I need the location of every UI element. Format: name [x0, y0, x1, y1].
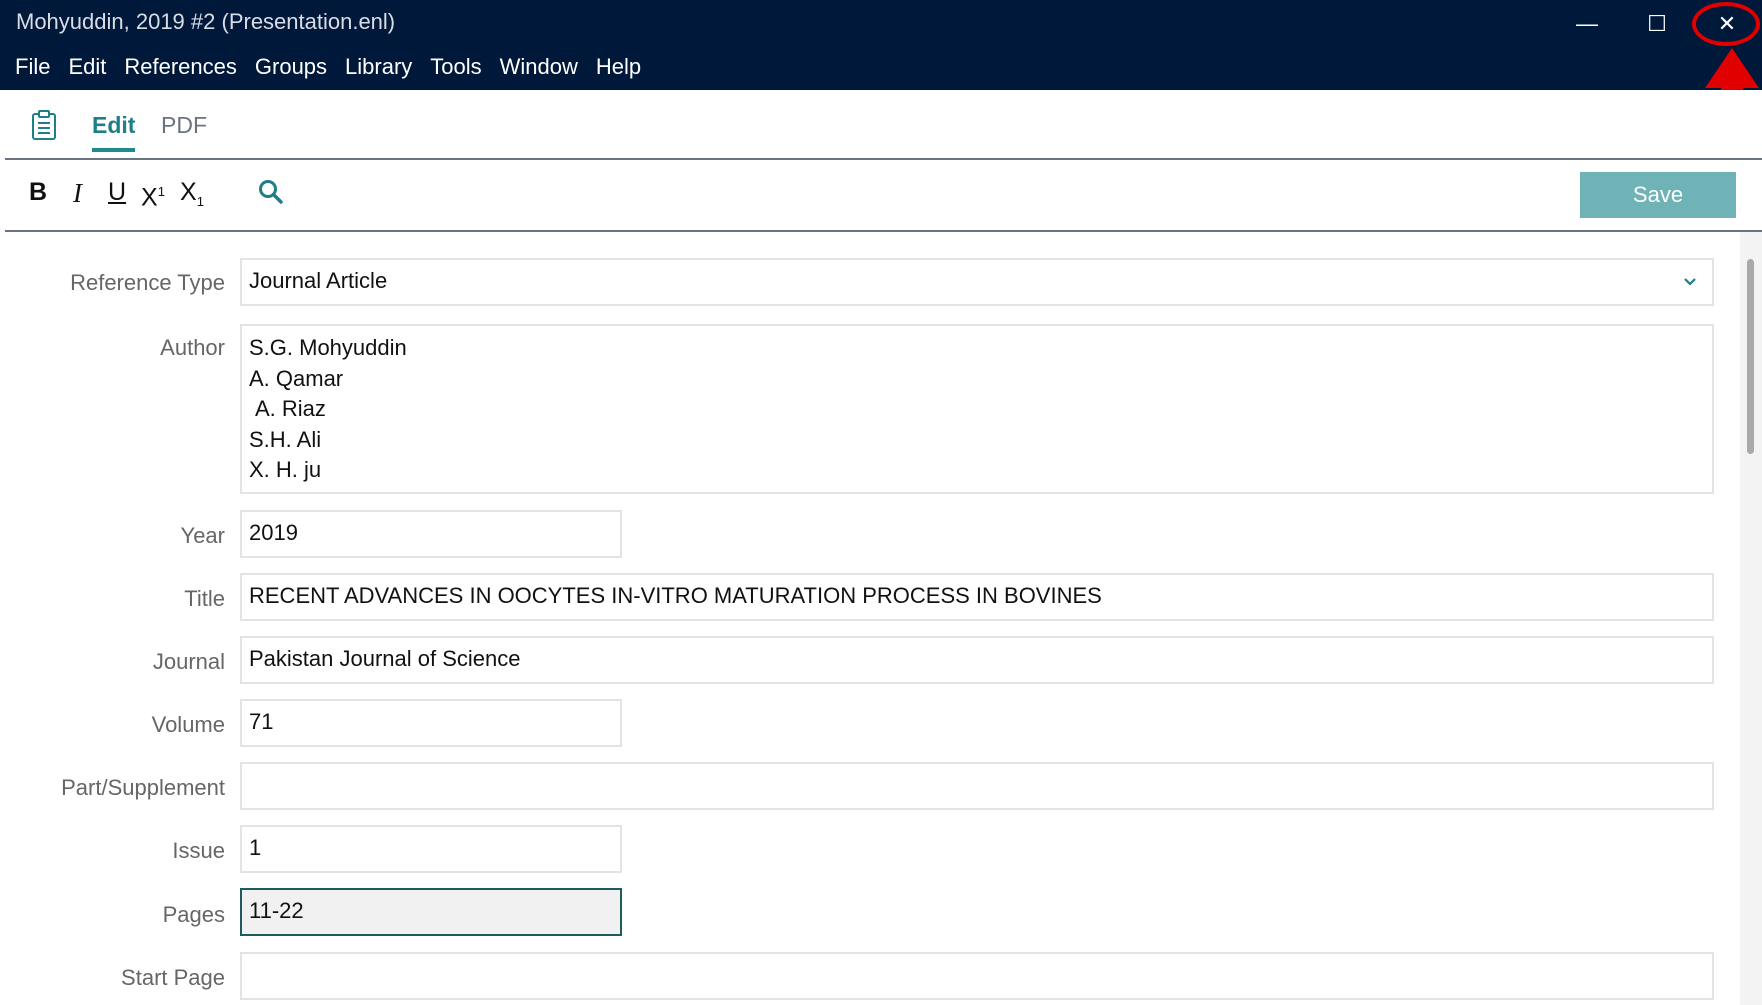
pages-field[interactable]: 11-22: [240, 888, 622, 936]
author-line: A. Qamar: [249, 365, 344, 391]
maximize-button[interactable]: ☐: [1627, 4, 1687, 44]
menu-window[interactable]: Window: [491, 52, 587, 82]
search-icon[interactable]: [257, 178, 285, 206]
italic-button[interactable]: I: [73, 178, 82, 209]
superscript-base: X: [141, 183, 158, 212]
subscript-base: X: [180, 178, 197, 206]
author-label: Author: [160, 335, 225, 360]
vertical-scrollbar[interactable]: [1740, 232, 1762, 1005]
minimize-icon: —: [1576, 11, 1598, 36]
menu-references[interactable]: References: [115, 52, 246, 82]
menu-edit[interactable]: Edit: [59, 52, 115, 82]
tab-bar: Edit PDF: [5, 90, 1762, 160]
volume-value: 71: [249, 709, 274, 734]
pages-label: Pages: [162, 902, 225, 927]
author-line: S.G. Mohyuddin: [249, 335, 407, 360]
tab-edit[interactable]: Edit: [92, 112, 136, 152]
bold-button[interactable]: B: [29, 178, 47, 207]
reference-type-select[interactable]: Journal Article: [240, 258, 1714, 306]
reference-form: Reference Type Journal Article Author S.…: [5, 232, 1740, 1005]
author-line: S.H. Ali: [249, 426, 322, 452]
superscript-mark: 1: [157, 184, 165, 199]
start-page-label: Start Page: [121, 965, 225, 990]
tab-pdf[interactable]: PDF: [161, 112, 207, 139]
minimize-button[interactable]: —: [1557, 4, 1617, 44]
volume-field[interactable]: 71: [240, 699, 622, 747]
reference-type-value: Journal Article: [249, 268, 388, 293]
superscript-button[interactable]: X1: [141, 178, 165, 212]
issue-field[interactable]: 1: [240, 825, 622, 873]
issue-value: 1: [249, 835, 262, 860]
maximize-icon: ☐: [1647, 11, 1667, 36]
subscript-mark: 1: [196, 194, 204, 209]
part-supplement-label: Part/Supplement: [61, 775, 225, 800]
journal-value: Pakistan Journal of Science: [249, 646, 521, 671]
menu-tools[interactable]: Tools: [421, 52, 490, 82]
journal-label: Journal: [152, 649, 225, 674]
author-line: A. Riaz: [255, 396, 326, 421]
subscript-button[interactable]: X1: [180, 178, 204, 212]
title-value: RECENT ADVANCES IN OOCYTES IN-VITRO MATU…: [249, 583, 1102, 608]
year-field[interactable]: 2019: [240, 510, 622, 558]
chevron-down-icon: [1684, 278, 1696, 286]
menu-help[interactable]: Help: [587, 52, 650, 82]
author-field[interactable]: S.G. Mohyuddin A. Qamar A. Riaz S.H. Ali…: [240, 324, 1714, 494]
title-bar: Mohyuddin, 2019 #2 (Presentation.enl) Fi…: [0, 0, 1762, 90]
scrollbar-thumb[interactable]: [1747, 259, 1754, 454]
issue-label: Issue: [172, 838, 225, 863]
year-label: Year: [180, 523, 225, 548]
title-label: Title: [184, 586, 225, 611]
save-button[interactable]: Save: [1580, 172, 1736, 218]
formatting-toolbar: B I U X1 X1 Save: [5, 160, 1762, 232]
start-page-field[interactable]: [240, 952, 1714, 1000]
menu-groups[interactable]: Groups: [246, 52, 336, 82]
volume-label: Volume: [151, 712, 225, 737]
menu-bar: File Edit References Groups Library Tool…: [6, 52, 650, 82]
author-line: X. H. ju: [249, 457, 322, 482]
part-supplement-field[interactable]: [240, 762, 1714, 810]
close-highlight-circle: [1692, 2, 1760, 46]
title-field[interactable]: RECENT ADVANCES IN OOCYTES IN-VITRO MATU…: [240, 573, 1714, 621]
menu-file[interactable]: File: [6, 52, 59, 82]
clipboard-icon[interactable]: [31, 110, 57, 140]
journal-field[interactable]: Pakistan Journal of Science: [240, 636, 1714, 684]
window-title: Mohyuddin, 2019 #2 (Presentation.enl): [16, 9, 396, 34]
reference-type-label: Reference Type: [70, 270, 225, 295]
pages-value: 11-22: [249, 898, 304, 923]
year-value: 2019: [249, 520, 298, 545]
underline-button[interactable]: U: [108, 178, 126, 207]
menu-library[interactable]: Library: [336, 52, 421, 82]
